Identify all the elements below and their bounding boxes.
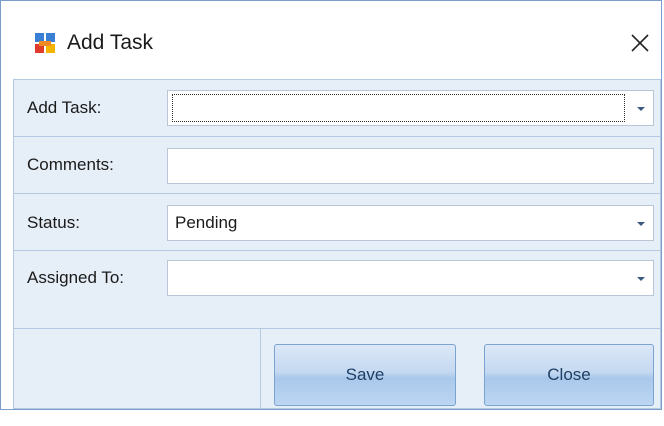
add-task-label: Add Task: <box>27 98 102 117</box>
status-row: Status: Pending <box>14 194 660 251</box>
focus-rectangle <box>172 94 625 122</box>
chevron-down-icon[interactable] <box>629 91 653 125</box>
comments-label: Comments: <box>27 155 114 174</box>
divider <box>260 329 261 408</box>
assigned-to-row: Assigned To: <box>14 251 660 329</box>
comments-row: Comments: <box>14 137 660 194</box>
comments-input[interactable] <box>167 148 654 184</box>
window-title: Add Task <box>67 31 153 54</box>
add-task-combobox[interactable] <box>167 90 654 126</box>
title-bar: Add Task <box>1 1 661 79</box>
status-value: Pending <box>175 213 238 232</box>
close-icon[interactable] <box>624 28 654 58</box>
assigned-to-label: Assigned To: <box>27 268 125 287</box>
app-form-icon <box>34 32 56 54</box>
status-label: Status: <box>27 213 80 232</box>
add-task-dialog: Add Task Add Task: Comments: Status: Pen… <box>0 0 662 410</box>
close-button[interactable]: Close <box>484 344 654 406</box>
task-form: Add Task: Comments: Status: Pending Assi… <box>13 79 661 409</box>
add-task-row: Add Task: <box>14 80 660 137</box>
chevron-down-icon[interactable] <box>629 261 653 295</box>
save-button[interactable]: Save <box>274 344 456 406</box>
chevron-down-icon[interactable] <box>629 206 653 240</box>
status-combobox[interactable]: Pending <box>167 205 654 241</box>
assigned-to-combobox[interactable] <box>167 260 654 296</box>
button-bar: Save Close <box>14 329 660 408</box>
